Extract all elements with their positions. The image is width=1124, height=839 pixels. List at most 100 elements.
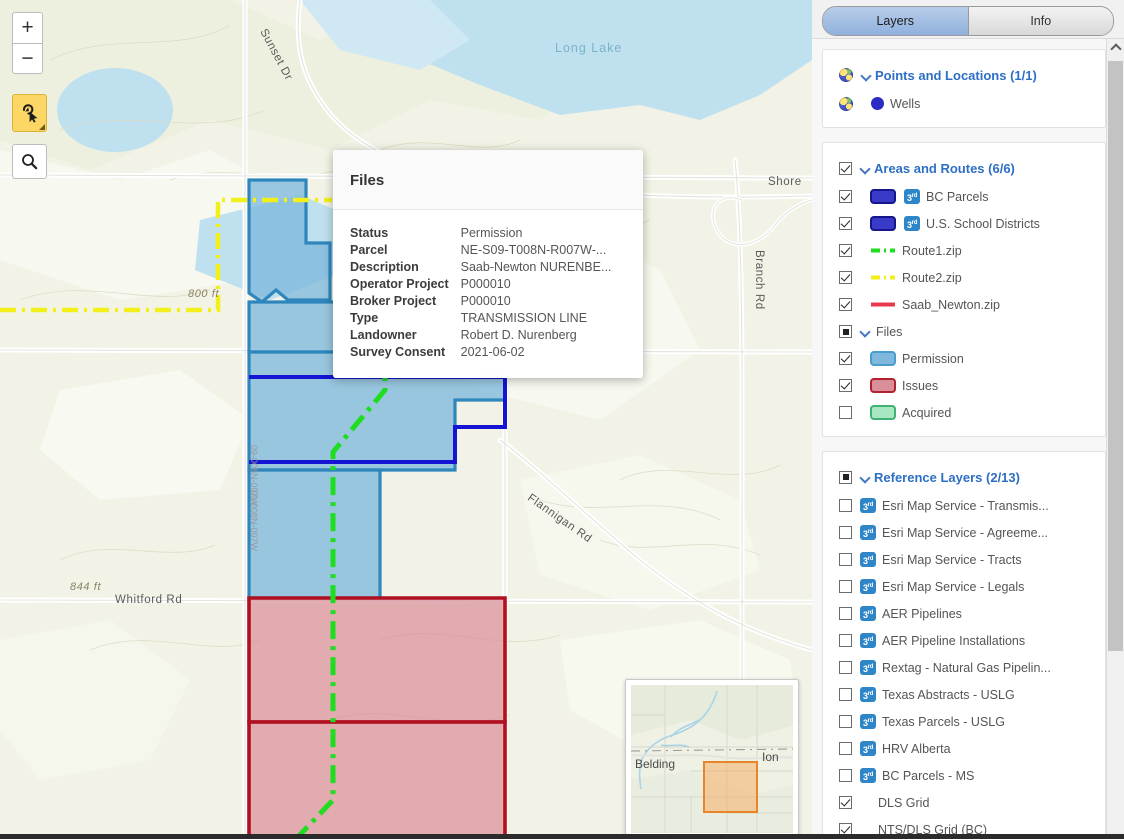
- overview-map[interactable]: Belding Ion: [625, 679, 799, 839]
- layer-group-checkbox[interactable]: [839, 161, 852, 175]
- layer-label: Esri Map Service - Transmis...: [882, 498, 1049, 513]
- layer-checkbox[interactable]: [839, 769, 852, 782]
- layer-checkbox[interactable]: [839, 190, 852, 203]
- layer-item-hrv-alberta[interactable]: 3rd HRV Alberta: [823, 735, 1105, 762]
- layer-group-header[interactable]: Areas and Routes (6/6): [823, 153, 1105, 183]
- layer-subgroup-checkbox[interactable]: [839, 325, 852, 338]
- layer-checkbox[interactable]: [839, 379, 852, 392]
- layer-item-esri-transmission[interactable]: 3rd Esri Map Service - Transmis...: [823, 492, 1105, 519]
- layer-checkbox[interactable]: [839, 715, 852, 728]
- layer-item-rextag-natural-gas[interactable]: 3rd Rextag - Natural Gas Pipelin...: [823, 654, 1105, 681]
- layer-item-esri-tracts[interactable]: 3rd Esri Map Service - Tracts: [823, 546, 1105, 573]
- layer-label: Esri Map Service - Legals: [882, 579, 1025, 594]
- zoom-out-button[interactable]: −: [12, 43, 43, 74]
- layer-label: U.S. School Districts: [926, 216, 1040, 231]
- layer-checkbox[interactable]: [839, 352, 852, 365]
- layer-label: Permission: [902, 351, 964, 366]
- chevron-down-icon[interactable]: [860, 69, 873, 82]
- popup-field-key: Type: [350, 310, 379, 325]
- third-party-badge-icon: 3rd: [860, 633, 876, 648]
- layer-checkbox[interactable]: [839, 580, 852, 593]
- popup-field-key: Broker Project: [350, 293, 437, 308]
- layer-checkbox[interactable]: [839, 244, 852, 257]
- layer-checkbox[interactable]: [839, 607, 852, 620]
- layer-group-checkbox[interactable]: [839, 470, 852, 484]
- layer-group-title[interactable]: Areas and Routes (6/6): [874, 161, 1015, 176]
- third-party-badge-icon: 3rd: [860, 768, 876, 783]
- layer-checkbox[interactable]: [839, 298, 852, 311]
- layer-item-issues[interactable]: Issues: [823, 372, 1105, 399]
- third-party-badge-icon: 3rd: [860, 579, 876, 594]
- layer-item-aer-pipelines[interactable]: 3rd AER Pipelines: [823, 600, 1105, 627]
- layer-item-wells[interactable]: Wells: [823, 90, 1105, 117]
- chevron-down-icon[interactable]: [859, 162, 872, 175]
- popup-field-key: Landowner: [350, 327, 417, 342]
- popup-body: Status Permission Parcel NE-S09-T008N-R0…: [333, 210, 643, 378]
- layer-item-esri-legals[interactable]: 3rd Esri Map Service - Legals: [823, 573, 1105, 600]
- minus-icon: −: [21, 46, 34, 70]
- panel-body: Points and Locations (1/1) Wells Areas a…: [812, 38, 1124, 839]
- search-tool-button[interactable]: [12, 144, 47, 179]
- layer-label: Route2.zip: [902, 270, 962, 285]
- layer-checkbox[interactable]: [839, 742, 852, 755]
- layer-checkbox[interactable]: [839, 688, 852, 701]
- panel-scrollbar[interactable]: [1106, 39, 1124, 839]
- layer-item-route2[interactable]: Route2.zip: [823, 264, 1105, 291]
- globe-icon[interactable]: [839, 96, 853, 111]
- third-party-badge-icon: 3rd: [860, 498, 876, 513]
- layer-checkbox[interactable]: [839, 634, 852, 647]
- scroll-up-arrow-icon[interactable]: [1107, 39, 1124, 56]
- layer-subgroup-files[interactable]: Files: [823, 318, 1105, 345]
- table-row: Type TRANSMISSION LINE: [350, 309, 611, 326]
- layer-item-permission[interactable]: Permission: [823, 345, 1105, 372]
- layer-checkbox[interactable]: [839, 553, 852, 566]
- zoom-in-button[interactable]: +: [12, 12, 43, 43]
- tab-layers[interactable]: Layers: [823, 7, 968, 35]
- popup-field-key: Description: [350, 259, 419, 274]
- magnifier-icon: [22, 154, 38, 170]
- layer-item-esri-agreements[interactable]: 3rd Esri Map Service - Agreeme...: [823, 519, 1105, 546]
- layer-label: AER Pipeline Installations: [882, 633, 1026, 648]
- tab-info[interactable]: Info: [967, 7, 1113, 35]
- select-tool-button[interactable]: [12, 94, 47, 132]
- layer-item-us-school-districts[interactable]: 3rd U.S. School Districts: [823, 210, 1105, 237]
- popup-header: Files: [333, 150, 643, 210]
- layer-checkbox[interactable]: [839, 796, 852, 809]
- panel-tabbar: Layers Info: [812, 0, 1124, 36]
- globe-icon[interactable]: [839, 68, 853, 82]
- layer-checkbox[interactable]: [839, 499, 852, 512]
- layer-item-bc-parcels[interactable]: 3rd BC Parcels: [823, 183, 1105, 210]
- layer-item-texas-abstracts[interactable]: 3rd Texas Abstracts - USLG: [823, 681, 1105, 708]
- layer-item-aer-pipeline-installations[interactable]: 3rd AER Pipeline Installations: [823, 627, 1105, 654]
- chevron-down-icon[interactable]: [859, 471, 872, 484]
- layer-label: Esri Map Service - Tracts: [882, 552, 1022, 567]
- layer-checkbox[interactable]: [839, 526, 852, 539]
- layer-group-areas-and-routes: Areas and Routes (6/6) 3rd BC Parcels 3r…: [822, 142, 1106, 437]
- polygon-swatch-icon: [870, 351, 896, 366]
- popup-field-key: Status: [350, 225, 389, 240]
- layer-checkbox[interactable]: [839, 271, 852, 284]
- chevron-down-icon[interactable]: [859, 325, 872, 338]
- layer-group-title[interactable]: Reference Layers (2/13): [874, 470, 1020, 485]
- feature-popup[interactable]: Files Status Permission Parcel NE-S09-T0…: [333, 150, 643, 378]
- layer-group-header[interactable]: Points and Locations (1/1): [823, 60, 1105, 90]
- scrollbar-thumb[interactable]: [1108, 61, 1123, 651]
- popup-field-value: Saab-Newton NURENBE...: [460, 259, 612, 274]
- layer-checkbox[interactable]: [839, 217, 852, 230]
- layer-item-route1[interactable]: Route1.zip: [823, 237, 1105, 264]
- popup-field-value: 2021-06-02: [460, 344, 525, 359]
- layer-checkbox[interactable]: [839, 661, 852, 674]
- layer-group-title[interactable]: Points and Locations (1/1): [875, 68, 1037, 83]
- map-canvas[interactable]: 09-008N-007W 09-008N-007W Long Lake Suns…: [0, 0, 812, 839]
- layer-group-header[interactable]: Reference Layers (2/13): [823, 462, 1105, 492]
- layer-item-texas-parcels[interactable]: 3rd Texas Parcels - USLG: [823, 708, 1105, 735]
- layer-checkbox[interactable]: [839, 406, 852, 419]
- layer-item-saab-newton[interactable]: Saab_Newton.zip: [823, 291, 1105, 318]
- layer-item-dls-grid[interactable]: DLS Grid: [823, 789, 1105, 816]
- third-party-badge-icon: 3rd: [904, 189, 920, 204]
- layer-label: Acquired: [902, 405, 952, 420]
- layer-item-acquired[interactable]: Acquired: [823, 399, 1105, 426]
- overview-extent-box[interactable]: [703, 761, 758, 813]
- popup-field-value: Robert D. Nurenberg: [460, 327, 577, 342]
- layer-item-bc-parcels-ms[interactable]: 3rd BC Parcels - MS: [823, 762, 1105, 789]
